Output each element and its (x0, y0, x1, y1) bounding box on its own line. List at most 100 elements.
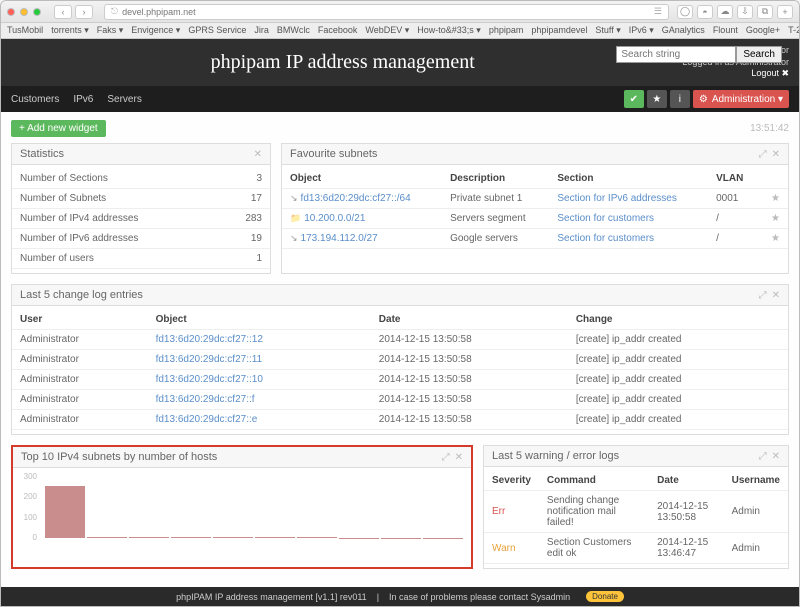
tabs-icon[interactable]: ⧉ (757, 5, 773, 19)
table-row: Administratorfd13:6d20:29dc:cf27::f2014-… (12, 390, 788, 410)
address-bar[interactable]: ⎋ devel.phpipam.net ☰ (104, 4, 669, 20)
chart-bar[interactable] (171, 537, 211, 538)
star-icon[interactable]: ★ (759, 209, 788, 229)
bookmark-item[interactable]: Google+ (746, 25, 780, 36)
ext-icon-2[interactable]: ◓ (697, 5, 713, 19)
share-icon[interactable]: ☁ (717, 5, 733, 19)
sub-nav: Customers IPv6 Servers ✔ ★ i ⚙Administra… (1, 86, 799, 112)
error-log-title: Last 5 warning / error logs (492, 450, 619, 462)
close-icon[interactable]: ✕ (772, 149, 780, 160)
top10-subnets-widget: Top 10 IPv4 subnets by number of hosts ⤢… (11, 445, 473, 569)
url-text: devel.phpipam.net (122, 7, 196, 17)
ext-icon-1[interactable]: ◯ (677, 5, 693, 19)
download-icon[interactable]: ⇩ (737, 5, 753, 19)
chart-bar[interactable] (87, 537, 127, 538)
bookmark-item[interactable]: Envigence ▾ (131, 25, 180, 36)
table-row[interactable]: fd13:6d20:29dc:cf27::/64Private subnet 1… (282, 189, 788, 209)
section-link[interactable]: Section for IPv6 addresses (549, 189, 708, 209)
table-row: ErrSending change notification mail fail… (484, 491, 788, 533)
object-link[interactable]: fd13:6d20:29dc:cf27::f (148, 390, 371, 410)
app-footer: phpIPAM IP address management [v1.1] rev… (1, 587, 799, 606)
bookmark-item[interactable]: Stuff ▾ (595, 25, 620, 36)
lock-icon: ⎋ (111, 6, 118, 17)
chart-bar[interactable] (45, 486, 85, 538)
plus-icon[interactable]: + (777, 5, 793, 19)
table-row[interactable]: 10.200.0.0/21Servers segmentSection for … (282, 209, 788, 229)
logout-link[interactable]: Logout ✖ (751, 68, 789, 78)
favorites-button[interactable]: ★ (647, 90, 667, 108)
error-log-table: SeverityCommandDateUsernameErrSending ch… (484, 471, 788, 564)
search-input[interactable] (616, 46, 736, 63)
add-widget-button[interactable]: + Add new widget (11, 120, 106, 137)
chart-bar[interactable] (129, 537, 169, 538)
bookmark-item[interactable]: Facebook (318, 25, 358, 36)
nav-servers[interactable]: Servers (107, 94, 141, 105)
bookmark-item[interactable]: Faks ▾ (97, 25, 124, 36)
statistics-widget: Statistics ✕ Number of Sections3Number o… (11, 143, 271, 274)
administration-dropdown[interactable]: ⚙Administration ▾ (693, 90, 789, 108)
subnet-link[interactable]: 10.200.0.0/21 (282, 209, 442, 229)
reader-icon[interactable]: ☰ (654, 6, 662, 17)
bookmark-item[interactable]: Jira (254, 25, 269, 36)
bookmark-item[interactable]: Flount (713, 25, 738, 36)
popout-icon[interactable]: ⤢ (759, 290, 767, 301)
forward-button[interactable]: › (75, 5, 93, 19)
top10-title: Top 10 IPv4 subnets by number of hosts (21, 451, 217, 463)
favourite-subnets-table: ObjectDescriptionSectionVLANfd13:6d20:29… (282, 169, 788, 249)
table-row[interactable]: 173.194.112.0/27Google serversSection fo… (282, 229, 788, 249)
app-title: phpipam IP address management (11, 51, 674, 74)
bookmarks-bar: TusMobil torrents ▾ Faks ▾ Envigence ▾ GPRS … (1, 23, 799, 39)
back-button[interactable]: ‹ (54, 5, 72, 19)
dashboard-content: + Add new widget 13:51:42 Statistics ✕ N… (1, 112, 799, 587)
table-row: Number of IPv4 addresses283 (12, 209, 270, 229)
section-link[interactable]: Section for customers (549, 229, 708, 249)
object-link[interactable]: fd13:6d20:29dc:cf27::12 (148, 330, 371, 350)
bookmark-item[interactable]: GAnalytics (662, 25, 705, 36)
subnet-link[interactable]: 173.194.112.0/27 (282, 229, 442, 249)
nav-customers[interactable]: Customers (11, 94, 59, 105)
close-icon[interactable]: ✕ (772, 451, 780, 462)
info-button[interactable]: i (670, 90, 690, 108)
chart-bar[interactable] (255, 537, 295, 538)
star-icon[interactable]: ★ (759, 229, 788, 249)
bookmark-item[interactable]: T-2 tv2go (788, 25, 799, 36)
close-icon[interactable]: ✕ (772, 290, 780, 301)
changelog-title: Last 5 change log entries (20, 289, 143, 301)
bookmark-item[interactable]: WebDEV ▾ (365, 25, 409, 36)
popout-icon[interactable]: ⤢ (442, 452, 450, 463)
close-icon[interactable]: ✕ (455, 452, 463, 463)
table-row: Administratorfd13:6d20:29dc:cf27::e2014-… (12, 410, 788, 430)
minimize-window-icon[interactable] (20, 8, 28, 16)
chart-bar[interactable] (213, 537, 253, 538)
bookmark-item[interactable]: TusMobil (7, 25, 43, 36)
donate-button[interactable]: Donate (586, 591, 624, 602)
search-button[interactable]: Search (736, 46, 782, 63)
bookmark-item[interactable]: GPRS Service (188, 25, 246, 36)
bookmark-item[interactable]: torrents ▾ (51, 25, 89, 36)
bookmark-item[interactable]: How-to&#33;s ▾ (417, 25, 481, 36)
bookmark-item[interactable]: BMWclc (277, 25, 310, 36)
section-link[interactable]: Section for customers (549, 209, 708, 229)
star-icon[interactable]: ★ (759, 189, 788, 209)
browser-toolbar: ‹ › ⎋ devel.phpipam.net ☰ ◯ ◓ ☁ ⇩ ⧉ + (1, 1, 799, 23)
close-window-icon[interactable] (7, 8, 15, 16)
footer-contact: In case of problems please contact Sysad… (389, 592, 570, 602)
ok-button[interactable]: ✔ (624, 90, 644, 108)
object-link[interactable]: fd13:6d20:29dc:cf27::e (148, 410, 371, 430)
bookmark-item[interactable]: phpipamdevel (531, 25, 587, 36)
bookmark-item[interactable]: IPv6 ▾ (629, 25, 654, 36)
statistics-table: Number of Sections3Number of Subnets17Nu… (12, 169, 270, 269)
gear-icon: ⚙ (699, 94, 708, 105)
toolbar-icons: ◯ ◓ ☁ ⇩ ⧉ + (677, 5, 793, 19)
close-icon[interactable]: ✕ (254, 149, 262, 160)
bookmark-item[interactable]: phpipam (489, 25, 524, 36)
nav-ipv6[interactable]: IPv6 (73, 94, 93, 105)
subnet-link[interactable]: fd13:6d20:29dc:cf27::/64 (282, 189, 442, 209)
popout-icon[interactable]: ⤢ (759, 451, 767, 462)
object-link[interactable]: fd13:6d20:29dc:cf27::11 (148, 350, 371, 370)
app-header: phpipam IP address management Search Hi,… (1, 39, 799, 86)
maximize-window-icon[interactable] (33, 8, 41, 16)
object-link[interactable]: fd13:6d20:29dc:cf27::10 (148, 370, 371, 390)
popout-icon[interactable]: ⤢ (759, 149, 767, 160)
chart-bar[interactable] (297, 537, 337, 538)
